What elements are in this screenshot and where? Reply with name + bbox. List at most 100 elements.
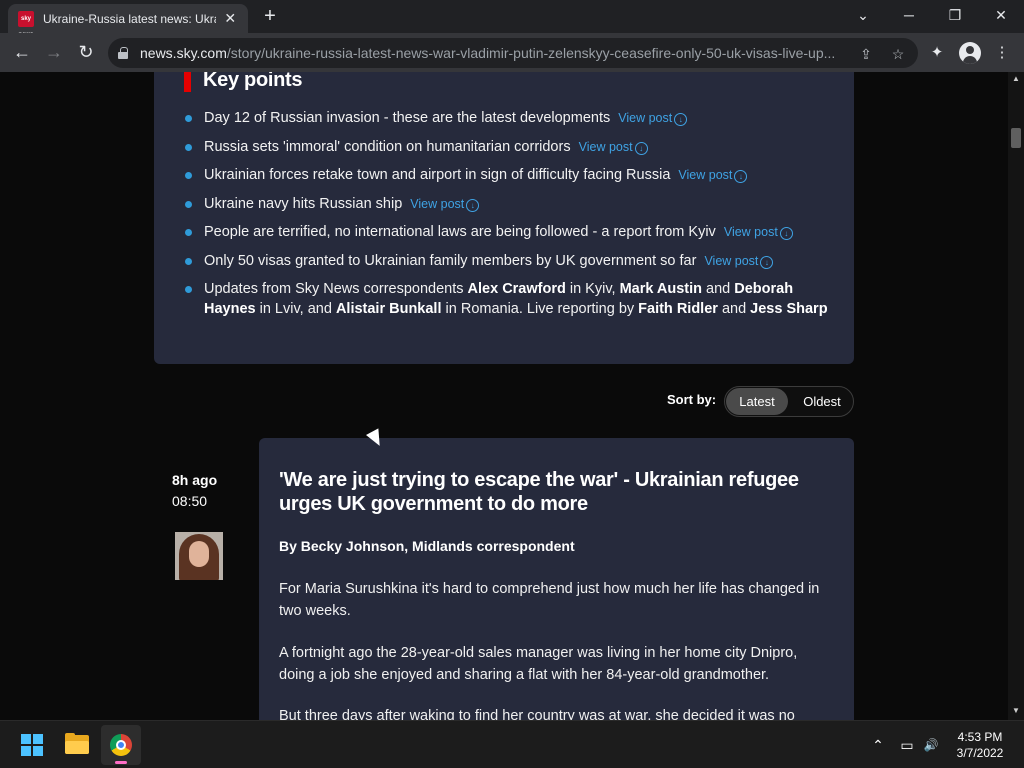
back-button[interactable]: ← bbox=[9, 40, 35, 66]
profile-avatar-icon[interactable] bbox=[959, 42, 981, 64]
taskbar-clock[interactable]: 4:53 PM 3/7/2022 bbox=[944, 729, 1016, 761]
new-tab-button[interactable]: + bbox=[258, 5, 282, 29]
reporter-name: Faith Ridler bbox=[638, 301, 718, 317]
extensions-puzzle-icon[interactable]: ✦ bbox=[926, 42, 948, 64]
key-point-item: Ukraine navy hits Russian ship View post… bbox=[184, 194, 834, 214]
key-point-item: Day 12 of Russian invasion - these are t… bbox=[184, 108, 834, 128]
key-points-title: Key points bbox=[203, 72, 303, 91]
reporter-name: Jess Sharp bbox=[750, 301, 828, 317]
key-point-text: People are terrified, no international l… bbox=[204, 224, 716, 240]
scroll-down-arrow-icon[interactable]: ▼ bbox=[1008, 704, 1024, 718]
key-point-item: Russia sets 'immoral' condition on human… bbox=[184, 137, 834, 157]
post-byline: By Becky Johnson, Midlands correspondent bbox=[279, 538, 575, 554]
key-point-item: Only 50 visas granted to Ukrainian famil… bbox=[184, 251, 834, 271]
view-post-link[interactable]: View post ↓ bbox=[724, 225, 793, 240]
browser-tab-bar: sky news Ukraine-Russia latest news: Ukr… bbox=[0, 0, 1024, 38]
tray-overflow-chevron-icon[interactable]: ⌃ bbox=[868, 735, 888, 755]
view-post-link[interactable]: View post ↓ bbox=[410, 197, 480, 212]
post-time-ago: 8h ago bbox=[172, 472, 218, 488]
sky-news-favicon-icon: sky news bbox=[18, 10, 34, 38]
url-text[interactable]: news.sky.com/story/ukraine-russia-latest… bbox=[140, 45, 840, 61]
key-point-text: Ukrainian forces retake town and airport… bbox=[204, 167, 671, 183]
updates-text: and bbox=[702, 281, 735, 297]
network-icon[interactable]: ▭ bbox=[897, 735, 917, 755]
address-bar[interactable]: news.sky.com/story/ukraine-russia-latest… bbox=[108, 38, 918, 68]
view-post-link[interactable]: View post ↓ bbox=[704, 254, 774, 269]
correspondent-name: Mark Austin bbox=[619, 281, 703, 297]
correspondent-name: Alistair Bunkall bbox=[335, 301, 442, 317]
clock-date: 3/7/2022 bbox=[956, 746, 1004, 760]
view-post-label[interactable]: View post bbox=[704, 254, 758, 268]
arrow-down-circle-icon[interactable]: ↓ bbox=[634, 141, 648, 155]
reload-button[interactable]: ↻ bbox=[73, 40, 99, 66]
sort-toggle: Latest Oldest bbox=[724, 386, 854, 417]
view-post-label[interactable]: View post bbox=[678, 168, 732, 182]
key-point-item: People are terrified, no international l… bbox=[184, 222, 834, 242]
key-points-red-bar bbox=[184, 72, 191, 92]
key-points-list: Day 12 of Russian invasion - these are t… bbox=[184, 108, 834, 328]
updates-text: in Lviv, and bbox=[255, 301, 336, 317]
post-time: 08:50 bbox=[172, 493, 208, 509]
restore-button[interactable]: ❐ bbox=[932, 0, 978, 33]
post-paragraph: For Maria Surushkina it's hard to compre… bbox=[279, 581, 820, 619]
live-post-card: 'We are just trying to escape the war' -… bbox=[259, 438, 854, 720]
chrome-taskbar-button[interactable] bbox=[101, 725, 141, 765]
updates-text: in Romania. Live reporting by bbox=[441, 301, 639, 317]
view-post-label[interactable]: View post bbox=[724, 225, 778, 239]
arrow-down-circle-icon[interactable]: ↓ bbox=[779, 227, 793, 240]
key-point-text: Russia sets 'immoral' condition on human… bbox=[204, 138, 571, 155]
windows-start-icon[interactable] bbox=[21, 734, 43, 756]
view-post-label[interactable]: View post bbox=[579, 140, 633, 154]
arrow-down-circle-icon[interactable]: ↓ bbox=[734, 170, 748, 183]
arrow-down-circle-icon[interactable]: ↓ bbox=[466, 198, 480, 212]
view-post-label[interactable]: View post bbox=[618, 111, 672, 125]
chrome-menu-icon[interactable]: ⋮ bbox=[991, 42, 1013, 64]
tab-title: Ukraine-Russia latest news: Ukraine-Russ… bbox=[43, 11, 216, 26]
url-host: news.sky.com bbox=[140, 45, 227, 61]
key-point-text: Day 12 of Russian invasion - these are t… bbox=[204, 110, 611, 126]
browser-tab[interactable]: sky news Ukraine-Russia latest news: Ukr… bbox=[8, 4, 248, 38]
file-explorer-icon[interactable] bbox=[65, 733, 89, 754]
arrow-down-circle-icon[interactable]: ↓ bbox=[760, 255, 774, 269]
clock-time: 4:53 PM bbox=[957, 730, 1003, 744]
view-post-link[interactable]: View post ↓ bbox=[579, 140, 648, 155]
forward-button[interactable]: → bbox=[41, 40, 67, 66]
lock-icon[interactable] bbox=[118, 47, 128, 59]
sort-oldest-button[interactable]: Oldest bbox=[793, 388, 851, 415]
key-point-text: Ukraine navy hits Russian ship bbox=[204, 195, 403, 212]
key-points-box: Key points Day 12 of Russian invasion - … bbox=[154, 72, 854, 364]
browser-toolbar: ← → ↻ news.sky.com/story/ukraine-russia-… bbox=[0, 33, 1024, 72]
key-point-updates-item: Updates from Sky News correspondents Ale… bbox=[184, 279, 834, 319]
volume-icon[interactable]: 🔊 bbox=[921, 735, 941, 755]
view-post-link[interactable]: View post ↓ bbox=[678, 168, 748, 183]
windows-taskbar: ⌃ ▭ 🔊 4:53 PM 3/7/2022 bbox=[0, 720, 1024, 768]
chrome-icon bbox=[110, 734, 132, 756]
key-point-text: Only 50 visas granted to Ukrainian famil… bbox=[204, 252, 697, 269]
updates-text: and bbox=[717, 301, 751, 317]
tab-search-dropdown-icon[interactable]: ⌄ bbox=[840, 0, 886, 33]
updates-text: in Kyiv, bbox=[565, 281, 620, 297]
page-scrollbar[interactable]: ▲ ▼ bbox=[1008, 72, 1024, 720]
key-point-item: Ukrainian forces retake town and airport… bbox=[184, 165, 834, 185]
scrollbar-thumb[interactable] bbox=[1011, 128, 1021, 148]
sort-by-label: Sort by: bbox=[667, 392, 717, 407]
view-post-label[interactable]: View post bbox=[410, 197, 464, 211]
bookmark-star-icon[interactable]: ☆ bbox=[889, 45, 907, 63]
correspondent-name: Alex Crawford bbox=[467, 281, 566, 297]
minimize-button[interactable]: ─ bbox=[886, 0, 932, 33]
scroll-up-arrow-icon[interactable]: ▲ bbox=[1008, 72, 1024, 86]
updates-text: Updates from Sky News correspondents bbox=[204, 281, 468, 297]
post-paragraph: A fortnight ago the 28-year-old sales ma… bbox=[279, 645, 798, 683]
author-avatar bbox=[175, 532, 223, 580]
view-post-link[interactable]: View post ↓ bbox=[618, 111, 688, 126]
active-app-indicator bbox=[115, 761, 127, 764]
post-title: 'We are just trying to escape the war' -… bbox=[279, 469, 799, 515]
close-window-button[interactable]: ✕ bbox=[978, 0, 1024, 33]
tab-close-icon[interactable]: ✕ bbox=[222, 10, 238, 27]
post-paragraph: But three days after waking to find her … bbox=[279, 708, 795, 720]
share-icon[interactable]: ⇪ bbox=[857, 45, 875, 63]
sort-latest-button[interactable]: Latest bbox=[726, 388, 788, 415]
arrow-down-circle-icon[interactable]: ↓ bbox=[674, 113, 688, 126]
url-path: /story/ukraine-russia-latest-news-war-vl… bbox=[226, 45, 836, 61]
page-viewport: Key points Day 12 of Russian invasion - … bbox=[0, 72, 1008, 720]
